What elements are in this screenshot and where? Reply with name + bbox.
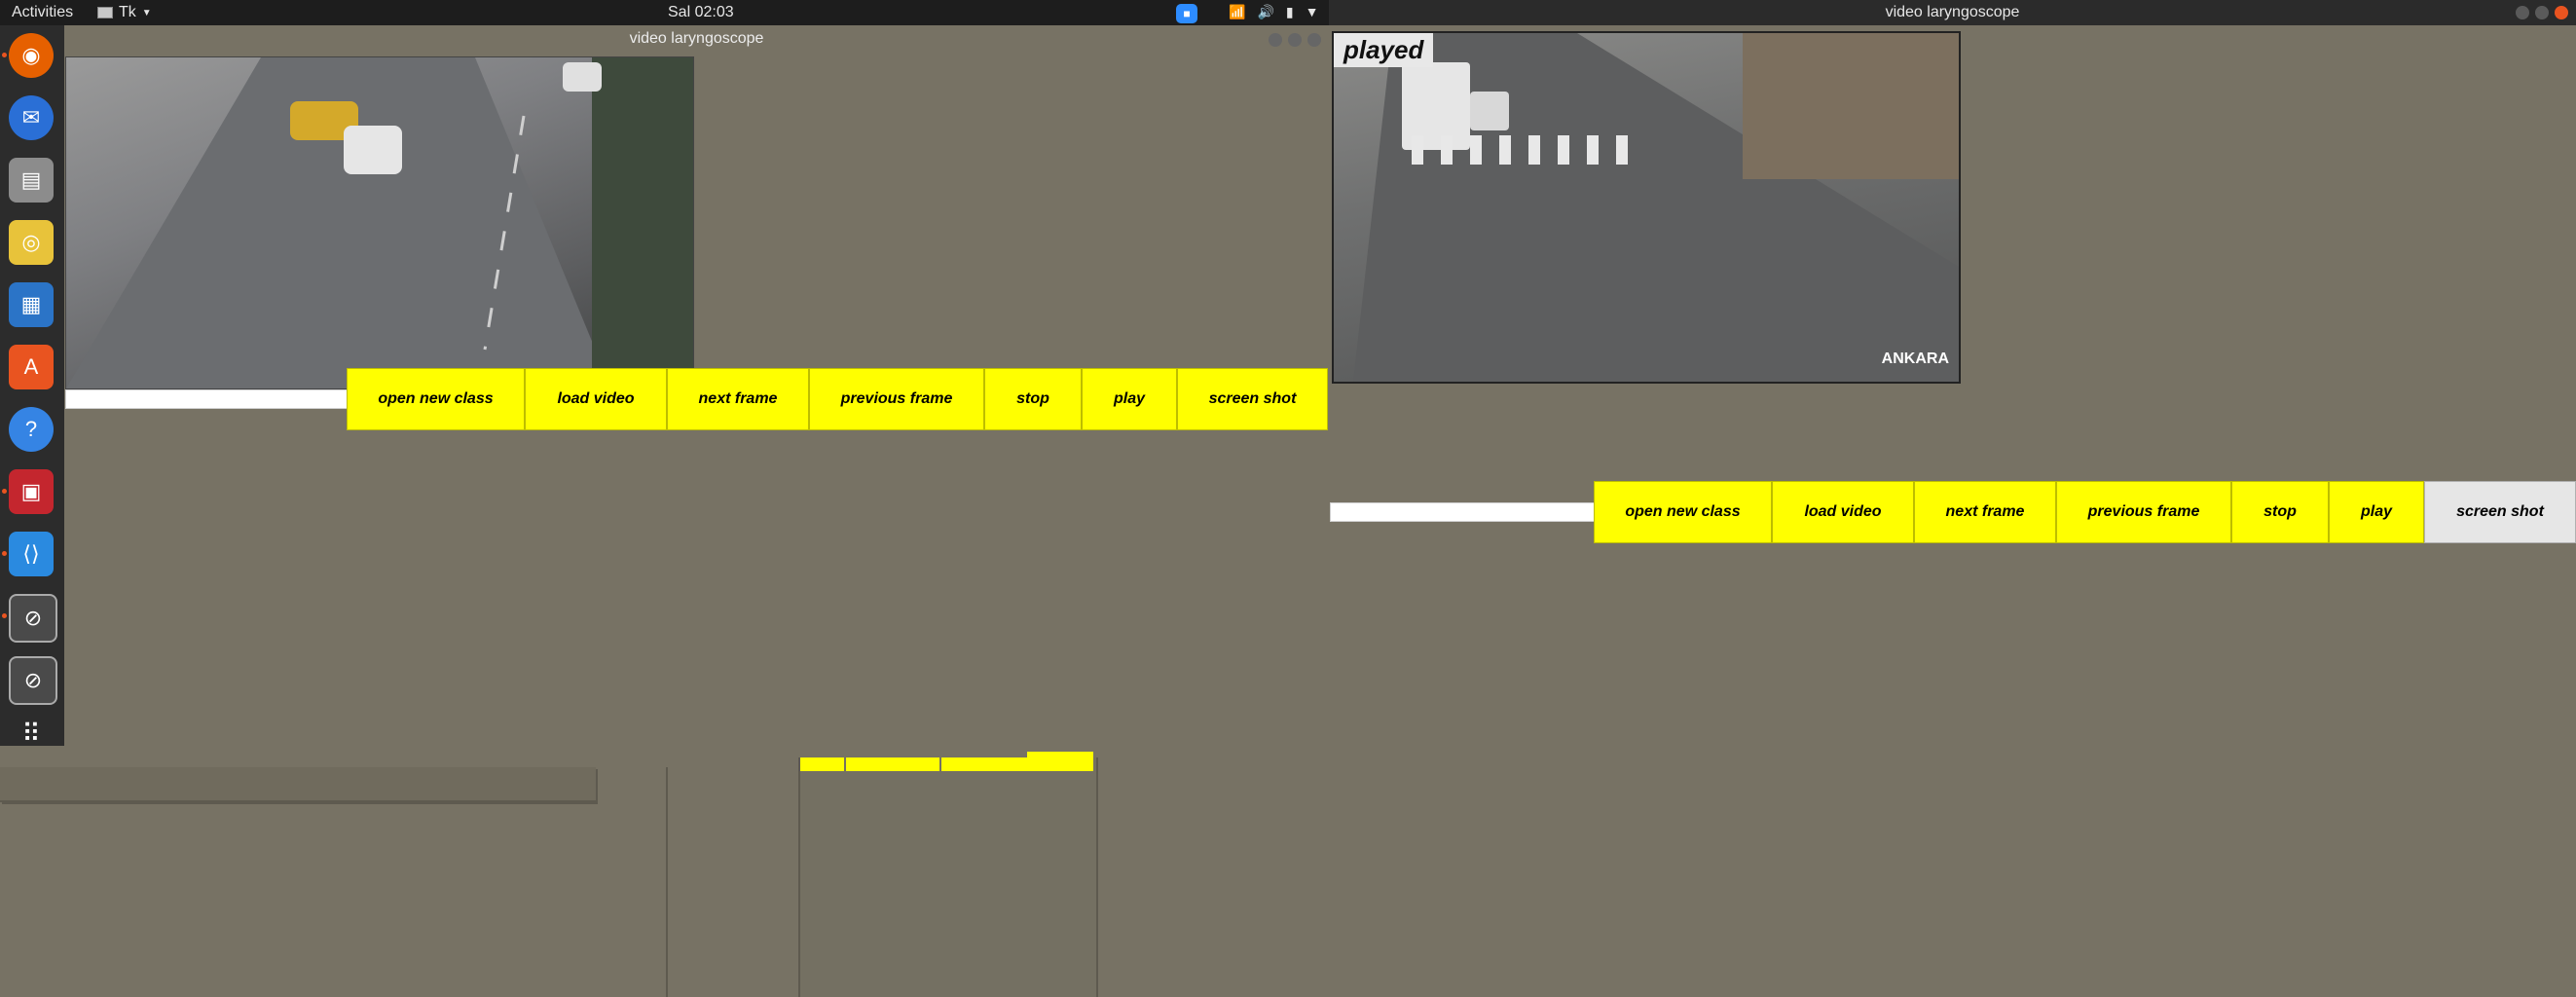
tk-window-icon[interactable]: ⊘ bbox=[9, 594, 57, 643]
video-overlay-text: ANKARA bbox=[1881, 351, 1949, 367]
app-grid-icon[interactable]: ⠿ bbox=[9, 711, 54, 756]
top-bar: Activities Tk ▼ Sal 02:03 ■ 📶 🔊 ▮ ▼ bbox=[0, 0, 1329, 25]
system-tray[interactable]: 📶 🔊 ▮ ▼ bbox=[1229, 4, 1318, 20]
button-artifact bbox=[1027, 752, 1093, 771]
load-video-button[interactable]: load video bbox=[525, 368, 667, 430]
open-new-class-button[interactable]: open new class bbox=[1594, 481, 1772, 543]
maximize-icon[interactable] bbox=[2535, 6, 2549, 19]
running-indicator bbox=[2, 489, 7, 494]
rhythmbox-icon[interactable]: ◎ bbox=[9, 220, 54, 265]
button-artifact bbox=[846, 757, 939, 771]
activities-button[interactable]: Activities bbox=[12, 4, 73, 21]
maximize-icon[interactable] bbox=[1288, 33, 1302, 47]
status-label: played bbox=[1334, 33, 1434, 67]
video-frame-left bbox=[65, 56, 694, 389]
software-icon[interactable]: A bbox=[9, 345, 54, 389]
stop-button[interactable]: stop bbox=[984, 368, 1082, 430]
button-row-right: open new class load video next frame pre… bbox=[1594, 481, 2576, 543]
traffic-scene bbox=[1353, 33, 1959, 382]
window-artifact bbox=[0, 767, 596, 802]
window-artifact bbox=[666, 767, 668, 997]
running-indicator bbox=[2, 53, 7, 57]
running-indicator bbox=[2, 613, 7, 618]
screen-shot-button[interactable]: screen shot bbox=[2424, 481, 2576, 543]
play-button[interactable]: play bbox=[1082, 368, 1177, 430]
next-frame-button[interactable]: next frame bbox=[1914, 481, 2056, 543]
zoom-icon[interactable]: ■ bbox=[1176, 4, 1197, 23]
open-new-class-button[interactable]: open new class bbox=[347, 368, 525, 430]
battery-icon: ▮ bbox=[1285, 4, 1294, 19]
minimize-icon[interactable] bbox=[2516, 6, 2529, 19]
volume-icon: 🔊 bbox=[1257, 4, 1274, 19]
window-title: video laryngoscope bbox=[1885, 4, 2020, 20]
firefox-icon[interactable]: ◉ bbox=[9, 33, 54, 78]
stop-button[interactable]: stop bbox=[2231, 481, 2329, 543]
window-controls bbox=[2516, 6, 2568, 19]
writer-icon[interactable]: ▦ bbox=[9, 282, 54, 327]
button-artifact bbox=[800, 757, 844, 771]
window-controls bbox=[1269, 33, 1321, 47]
window-artifact bbox=[798, 757, 1098, 997]
running-indicator bbox=[2, 551, 7, 556]
play-button[interactable]: play bbox=[2329, 481, 2424, 543]
chevron-down-icon: ▼ bbox=[141, 7, 152, 18]
presentation-icon[interactable]: ▣ bbox=[9, 469, 54, 514]
close-icon[interactable] bbox=[1307, 33, 1321, 47]
tk-window-icon[interactable]: ⊘ bbox=[9, 656, 57, 705]
left-window-titlebar: video laryngoscope bbox=[64, 25, 1329, 55]
chevron-down-icon: ▼ bbox=[1305, 4, 1319, 19]
class-input[interactable] bbox=[65, 389, 348, 409]
files-icon[interactable]: ▤ bbox=[9, 158, 54, 203]
screen-shot-button[interactable]: screen shot bbox=[1177, 368, 1328, 430]
app-menu-label: Tk bbox=[119, 4, 136, 20]
clock[interactable]: Sal 02:03 bbox=[668, 4, 734, 21]
button-row-left: open new class load video next frame pre… bbox=[347, 368, 1328, 430]
vscode-icon[interactable]: ⟨⟩ bbox=[9, 532, 54, 576]
dock: ◉ ✉ ▤ ◎ ▦ A ? ▣ ⟨⟩ ⊘ ⊘ ⠿ bbox=[0, 25, 64, 748]
help-icon[interactable]: ? bbox=[9, 407, 54, 452]
app-menu[interactable]: Tk ▼ bbox=[97, 4, 152, 21]
video-frame-right: played ANKARA bbox=[1332, 31, 1961, 384]
load-video-button[interactable]: load video bbox=[1772, 481, 1914, 543]
right-window-titlebar: video laryngoscope bbox=[1329, 0, 2576, 25]
next-frame-button[interactable]: next frame bbox=[667, 368, 809, 430]
minimize-icon[interactable] bbox=[1269, 33, 1282, 47]
flag-icon bbox=[97, 7, 113, 18]
previous-frame-button[interactable]: previous frame bbox=[809, 368, 984, 430]
traffic-scene bbox=[66, 57, 693, 388]
button-artifact bbox=[941, 757, 1027, 771]
class-input[interactable] bbox=[1330, 502, 1595, 522]
previous-frame-button[interactable]: previous frame bbox=[2056, 481, 2231, 543]
thunderbird-icon[interactable]: ✉ bbox=[9, 95, 54, 140]
close-icon[interactable] bbox=[2555, 6, 2568, 19]
window-title: video laryngoscope bbox=[629, 30, 764, 47]
network-icon: 📶 bbox=[1229, 4, 1246, 19]
